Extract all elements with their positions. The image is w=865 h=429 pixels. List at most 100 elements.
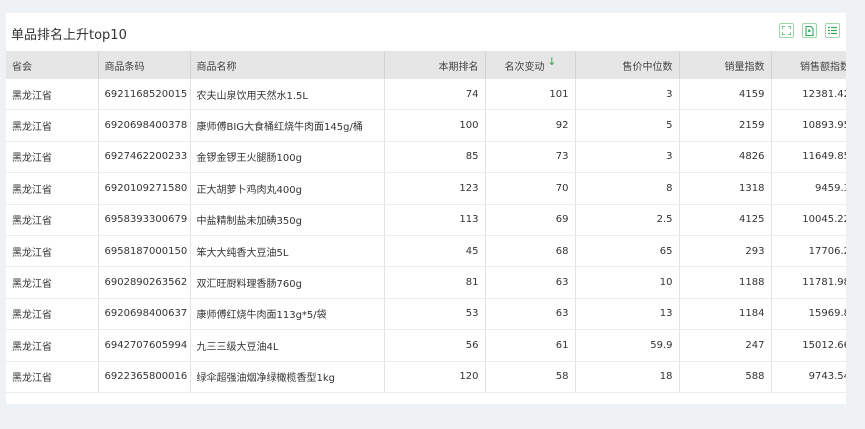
cell-current-rank: 45 [384, 235, 486, 268]
cell-product-name: 九三三级大豆油4L [190, 329, 385, 362]
cell-product-name: 康师傅BIG大食桶红烧牛肉面145g/桶 [190, 109, 385, 142]
cell-barcode: 6922365800016 [98, 361, 191, 393]
cell-barcode: 6920698400378 [98, 109, 191, 142]
cell-current-rank: 56 [384, 329, 486, 362]
cell-sales-volume-index: 4826 [679, 141, 772, 174]
table-row[interactable]: 黑龙江省 6958187000150 笨大大纯香大豆油5L 45 68 65 2… [6, 235, 846, 268]
panel-header: 单品排名上升top10 [6, 13, 846, 51]
scroll-gutter [846, 13, 860, 404]
cell-barcode: 6927462200233 [98, 141, 191, 174]
cell-sales-volume-index: 2159 [679, 109, 772, 142]
cell-rank-change: 69 [485, 204, 576, 236]
cell-sales-volume-index: 1188 [679, 266, 772, 299]
cell-province: 黑龙江省 [6, 235, 99, 268]
cell-median-price: 8 [575, 172, 680, 205]
column-header-median-price[interactable]: 售价中位数 [575, 51, 680, 79]
table-header-row: 省会 商品条码 商品名称 本期排名 名次变动 ↓ 售价中位数 销量指数 销售额指… [6, 51, 846, 79]
cell-sales-volume-index: 4159 [679, 79, 772, 111]
cell-sales-volume-index: 293 [679, 235, 772, 268]
cell-barcode: 6921168520015 [98, 79, 191, 111]
cell-current-rank: 100 [384, 109, 486, 142]
cell-sales-amount-index: 10893.95 [771, 109, 846, 142]
cell-rank-change: 101 [485, 79, 576, 111]
column-header-barcode[interactable]: 商品条码 [98, 51, 191, 79]
column-header-sales-volume-index[interactable]: 销量指数 [679, 51, 772, 79]
cell-rank-change: 92 [485, 109, 576, 142]
cell-median-price: 2.5 [575, 204, 680, 236]
cell-current-rank: 81 [384, 266, 486, 299]
ranking-panel: 单品排名上升top10 省会 商品条码 商品名称 本期排名 名次变动 ↓ 售价中… [6, 13, 846, 404]
column-header-product-name[interactable]: 商品名称 [190, 51, 385, 79]
cell-rank-change: 63 [485, 266, 576, 299]
cell-rank-change: 61 [485, 329, 576, 362]
cell-barcode: 6902890263562 [98, 266, 191, 299]
cell-province: 黑龙江省 [6, 298, 99, 331]
cell-rank-change: 68 [485, 235, 576, 268]
export-glyph [805, 25, 814, 36]
export-icon[interactable] [802, 23, 817, 38]
table-row[interactable]: 黑龙江省 6902890263562 双汇旺厨料理香肠760g 81 63 10… [6, 266, 846, 299]
cell-sales-volume-index: 4125 [679, 204, 772, 236]
table-row[interactable]: 黑龙江省 6920698400378 康师傅BIG大食桶红烧牛肉面145g/桶 … [6, 109, 846, 142]
cell-sales-amount-index: 10045.22 [771, 204, 846, 236]
table-row[interactable]: 黑龙江省 6958393300679 中盐精制盐未加碘350g 113 69 2… [6, 204, 846, 236]
table-row[interactable]: 黑龙江省 6922365800016 绿伞超强油烟净绿橄榄香型1kg 120 5… [6, 361, 846, 393]
table-row[interactable]: 黑龙江省 6942707605994 九三三级大豆油4L 56 61 59.9 … [6, 329, 846, 362]
cell-median-price: 13 [575, 298, 680, 331]
cell-rank-change: 63 [485, 298, 576, 331]
table-row[interactable]: 黑龙江省 6921168520015 农夫山泉饮用天然水1.5L 74 101 … [6, 79, 846, 111]
cell-median-price: 59.9 [575, 329, 680, 362]
panel-toolbar [779, 23, 840, 38]
cell-barcode: 6920109271580 [98, 172, 191, 205]
column-header-current-rank[interactable]: 本期排名 [384, 51, 486, 79]
cell-sales-amount-index: 9743.54 [771, 361, 846, 393]
column-header-rank-change[interactable]: 名次变动 ↓ [485, 51, 576, 79]
cell-rank-change: 58 [485, 361, 576, 393]
cell-product-name: 双汇旺厨料理香肠760g [190, 266, 385, 299]
table-row[interactable]: 黑龙江省 6920109271580 正大胡萝卜鸡肉丸400g 123 70 8… [6, 172, 846, 205]
cell-current-rank: 113 [384, 204, 486, 236]
rank-change-label: 名次变动 [504, 61, 545, 73]
cell-product-name: 笨大大纯香大豆油5L [190, 235, 385, 268]
list-menu-glyph [828, 26, 837, 35]
cell-sales-amount-index: 11649.85 [771, 141, 846, 174]
cell-current-rank: 74 [384, 79, 486, 111]
cell-province: 黑龙江省 [6, 266, 99, 299]
cell-current-rank: 123 [384, 172, 486, 205]
cell-sales-amount-index: 15969.8 [771, 298, 846, 331]
table-row[interactable]: 黑龙江省 6920698400637 康师傅红烧牛肉面113g*5/袋 53 6… [6, 298, 846, 331]
fullscreen-icon[interactable] [779, 23, 794, 38]
cell-current-rank: 85 [384, 141, 486, 174]
sort-desc-icon[interactable]: ↓ [547, 56, 556, 67]
cell-barcode: 6920698400637 [98, 298, 191, 331]
column-header-sales-amount-index[interactable]: 销售额指数 [771, 51, 846, 79]
cell-barcode: 6958393300679 [98, 204, 191, 236]
cell-median-price: 18 [575, 361, 680, 393]
list-menu-icon[interactable] [825, 23, 840, 38]
cell-median-price: 3 [575, 141, 680, 174]
cell-product-name: 绿伞超强油烟净绿橄榄香型1kg [190, 361, 385, 393]
cell-province: 黑龙江省 [6, 204, 99, 236]
cell-sales-volume-index: 247 [679, 329, 772, 362]
cell-rank-change: 70 [485, 172, 576, 205]
table-row[interactable]: 黑龙江省 6927462200233 金锣金锣王火腿肠100g 85 73 3 … [6, 141, 846, 174]
column-header-province[interactable]: 省会 [6, 51, 99, 79]
cell-barcode: 6958187000150 [98, 235, 191, 268]
cell-province: 黑龙江省 [6, 329, 99, 362]
cell-median-price: 5 [575, 109, 680, 142]
cell-province: 黑龙江省 [6, 109, 99, 142]
cell-sales-volume-index: 1318 [679, 172, 772, 205]
cell-province: 黑龙江省 [6, 141, 99, 174]
cell-rank-change: 73 [485, 141, 576, 174]
cell-median-price: 10 [575, 266, 680, 299]
cell-sales-amount-index: 15012.66 [771, 329, 846, 362]
cell-median-price: 65 [575, 235, 680, 268]
fullscreen-glyph [782, 26, 791, 35]
cell-current-rank: 53 [384, 298, 486, 331]
cell-province: 黑龙江省 [6, 172, 99, 205]
cell-sales-volume-index: 588 [679, 361, 772, 393]
ranking-table: 省会 商品条码 商品名称 本期排名 名次变动 ↓ 售价中位数 销量指数 销售额指… [6, 51, 846, 393]
cell-province: 黑龙江省 [6, 361, 99, 393]
cell-province: 黑龙江省 [6, 79, 99, 111]
cell-sales-volume-index: 1184 [679, 298, 772, 331]
